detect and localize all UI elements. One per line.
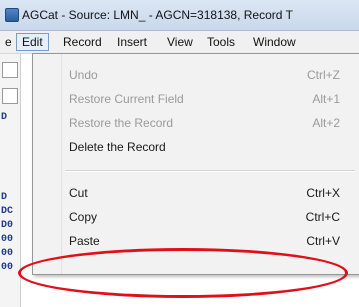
menu-item-shortcut: Ctrl+C — [305, 210, 340, 224]
toolbar-icon[interactable] — [2, 88, 18, 104]
app-icon — [5, 8, 19, 22]
menu-item-cut[interactable]: Cut Ctrl+X — [33, 182, 359, 204]
menu-item-delete-the-record[interactable]: Delete the Record — [33, 136, 359, 158]
strip-glyph: DC — [1, 206, 14, 217]
menu-item-shortcut: Ctrl+V — [306, 234, 340, 248]
underlying-content-strip: D D DC D0 00 00 00 — [0, 54, 21, 307]
menu-view[interactable]: View — [162, 34, 198, 50]
menu-separator — [65, 170, 355, 172]
strip-glyph: 00 — [1, 248, 14, 259]
window-title: AGCat - Source: LMN_ - AGCN=318138, Reco… — [22, 8, 293, 22]
toolbar-icon[interactable] — [2, 62, 18, 78]
menu-tools[interactable]: Tools — [202, 34, 240, 50]
menu-item-paste[interactable]: Paste Ctrl+V — [33, 230, 359, 252]
menu-item-undo[interactable]: Undo Ctrl+Z — [33, 64, 359, 86]
menu-item-shortcut: Ctrl+X — [306, 186, 340, 200]
menu-item-label: Restore Current Field — [69, 92, 184, 106]
menu-item-label: Delete the Record — [69, 140, 166, 154]
menu-item-label: Copy — [69, 210, 98, 224]
menu-item-restore-the-record[interactable]: Restore the Record Alt+2 — [33, 112, 359, 134]
menu-item-label: Undo — [69, 68, 98, 82]
menu-record[interactable]: Record — [58, 34, 107, 50]
strip-glyph: D0 — [1, 220, 14, 231]
menu-item-restore-current-field[interactable]: Restore Current Field Alt+1 — [33, 88, 359, 110]
edit-menu-dropdown: Undo Ctrl+Z Restore Current Field Alt+1 … — [32, 53, 359, 275]
menu-file-partial[interactable]: e — [0, 34, 17, 50]
menu-item-label: Paste — [69, 234, 100, 248]
menu-bar: e Edit Record Insert View Tools Window — [0, 31, 359, 54]
menu-item-label: Cut — [69, 186, 88, 200]
menu-window[interactable]: Window — [248, 34, 301, 50]
menu-item-label: Restore the Record — [69, 116, 174, 130]
strip-glyph: D — [1, 112, 8, 123]
menu-edit[interactable]: Edit — [16, 33, 49, 51]
title-bar: AGCat - Source: LMN_ - AGCN=318138, Reco… — [0, 0, 359, 31]
menu-insert[interactable]: Insert — [112, 34, 152, 50]
menu-item-shortcut: Alt+2 — [312, 116, 340, 130]
strip-glyph: 00 — [1, 234, 14, 245]
menu-item-copy[interactable]: Copy Ctrl+C — [33, 206, 359, 228]
menu-item-shortcut: Ctrl+Z — [307, 68, 340, 82]
menu-item-shortcut: Alt+1 — [312, 92, 340, 106]
strip-glyph: D — [1, 192, 8, 203]
strip-glyph: 00 — [1, 262, 14, 273]
